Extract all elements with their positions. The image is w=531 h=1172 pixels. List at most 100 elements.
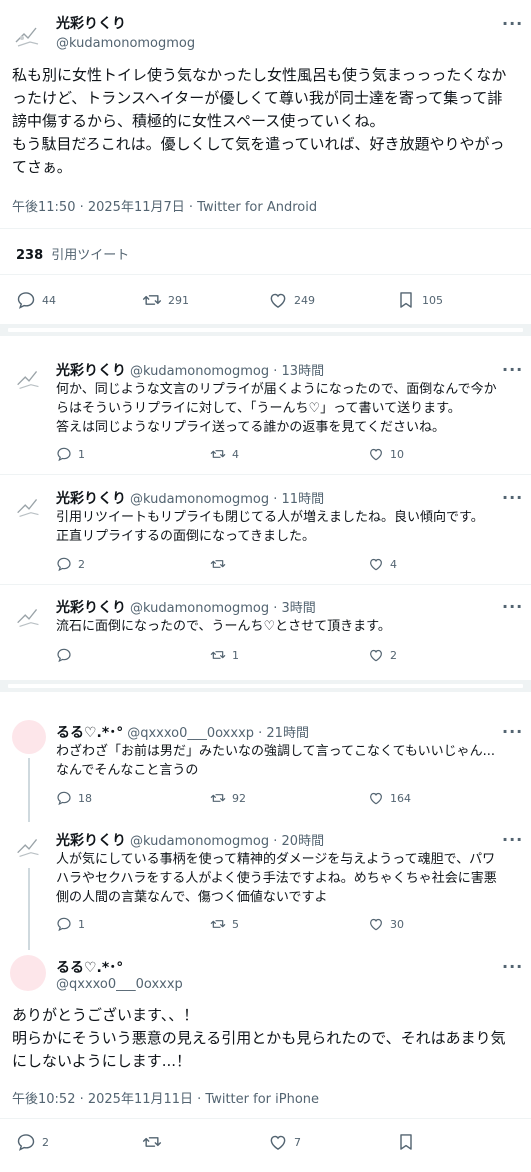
like-count: 2 [390, 648, 397, 662]
retweet-icon [210, 920, 226, 928]
author-name[interactable]: 光彩りくり [56, 13, 126, 33]
heart-icon [270, 293, 286, 308]
section-separator [0, 324, 531, 336]
author-handle-time: @kudamonomogmog · 11時間 [130, 492, 325, 507]
post-timestamp[interactable]: 午後11:50 · 2025年11月7日 · Twitter for Andro… [12, 196, 317, 215]
author-name-text: 光彩りくり [56, 491, 126, 507]
author-name[interactable]: 光彩りくり @kudamonomogmog · 11時間 [56, 488, 324, 508]
avatar[interactable] [10, 18, 46, 54]
retweet-button[interactable] [142, 1132, 162, 1152]
reply-icon [57, 648, 71, 663]
author-handle[interactable]: @kudamonomogmog [56, 36, 195, 51]
retweet-count: 4 [232, 447, 239, 461]
author-name[interactable]: 光彩りくり @kudamonomogmog · 13時間 [56, 360, 324, 380]
reply-button[interactable] [56, 647, 72, 663]
author-handle-time: @kudamonomogmog · 13時間 [130, 364, 325, 379]
retweet-button[interactable]: 4 [210, 446, 239, 462]
retweet-count: 92 [232, 791, 246, 805]
avatar[interactable] [12, 600, 46, 634]
retweet-icon [210, 560, 226, 568]
reply-text: 流石に面倒になったので、うーんち♡とさせて頂きます。 [56, 619, 391, 634]
retweet-button[interactable]: 5 [210, 916, 239, 932]
author-name[interactable]: 光彩りくり @kudamonomogmog · 20時間 [56, 830, 324, 850]
divider [0, 274, 531, 275]
like-button[interactable]: 7 [268, 1132, 301, 1152]
reply-icon [17, 1134, 35, 1151]
more-options-icon[interactable]: ··· [502, 957, 523, 976]
more-options-icon[interactable]: ··· [502, 597, 523, 616]
reply-icon [57, 447, 71, 462]
heart-icon [370, 649, 382, 662]
like-count: 4 [390, 557, 397, 571]
retweet-button[interactable]: 92 [210, 790, 246, 806]
more-options-icon[interactable]: ··· [502, 488, 523, 507]
divider [0, 584, 531, 585]
reply-button[interactable]: 2 [56, 556, 85, 572]
author-name-text: るる♡.*･° [56, 725, 124, 741]
reply-button[interactable]: 1 [56, 916, 85, 932]
reply-button[interactable]: 2 [16, 1132, 49, 1152]
more-options-icon[interactable]: ··· [502, 360, 523, 379]
retweet-icon [142, 1137, 162, 1147]
quote-count: 238 [16, 248, 44, 263]
reply-text: 何か、同じような文言のリプライが届くようになったので、面倒なんで今か らはそうい… [56, 382, 497, 435]
retweet-icon [210, 450, 226, 458]
avatar-sketch-icon [12, 362, 46, 396]
avatar[interactable] [12, 490, 46, 524]
reply-text: 引用リツイートもリプライも閉じてる人が増えましたね。良い傾向です。 正直リプライ… [56, 510, 484, 544]
like-button[interactable]: 2 [368, 647, 397, 663]
heart-icon [370, 558, 382, 571]
divider [0, 1118, 531, 1119]
retweet-count: 5 [232, 917, 239, 931]
reply-text: 人が気にしている事柄を使って精神的ダメージを与えようって魂胆で、パワ ハラやセク… [56, 852, 497, 905]
author-name-text: 光彩りくり [56, 363, 126, 379]
author-name[interactable]: るる♡.*･° [56, 957, 123, 977]
bookmark-icon [400, 1134, 412, 1150]
more-options-icon[interactable]: ··· [502, 14, 523, 33]
reply-count: 44 [42, 293, 56, 307]
like-count: 164 [390, 791, 411, 805]
like-count: 10 [390, 447, 404, 461]
thread-connector [28, 868, 30, 950]
like-button[interactable]: 10 [368, 446, 404, 462]
quote-tweets-link[interactable]: 238 引用ツイート [16, 244, 129, 263]
reply-icon [17, 292, 35, 309]
avatar[interactable] [10, 955, 46, 991]
heart-icon [370, 448, 382, 461]
more-options-icon[interactable]: ··· [502, 830, 523, 849]
post-timestamp[interactable]: 午後10:52 · 2025年11月11日 · Twitter for iPho… [12, 1088, 319, 1107]
author-handle-time: @qxxxo0___0oxxxp · 21時間 [127, 726, 309, 741]
divider [0, 228, 531, 229]
author-handle-time: @kudamonomogmog · 3時間 [130, 601, 316, 616]
like-count: 30 [390, 917, 404, 931]
like-button[interactable]: 249 [268, 290, 315, 310]
author-name-text: 光彩りくり [56, 833, 126, 849]
heart-icon [270, 1135, 286, 1150]
bookmark-count: 105 [422, 293, 443, 307]
reply-button[interactable]: 18 [56, 790, 92, 806]
heart-icon [370, 792, 382, 805]
reply-count: 18 [78, 791, 92, 805]
avatar[interactable] [12, 830, 46, 864]
avatar[interactable] [12, 362, 46, 396]
thread-connector [28, 758, 30, 822]
quote-label: 引用ツイート [51, 248, 130, 263]
retweet-button[interactable]: 291 [142, 290, 189, 310]
like-button[interactable]: 164 [368, 790, 411, 806]
more-options-icon[interactable]: ··· [502, 722, 523, 741]
reply-button[interactable]: 1 [56, 446, 85, 462]
author-name[interactable]: るる♡.*･° @qxxxo0___0oxxxp · 21時間 [56, 722, 309, 742]
avatar[interactable] [12, 720, 46, 754]
bookmark-button[interactable]: 105 [396, 290, 443, 310]
bookmark-button[interactable] [396, 1132, 416, 1152]
retweet-button[interactable] [210, 556, 226, 572]
reply-count: 2 [42, 1135, 49, 1149]
author-handle-time: @kudamonomogmog · 20時間 [130, 834, 325, 849]
like-button[interactable]: 30 [368, 916, 404, 932]
like-button[interactable]: 4 [368, 556, 397, 572]
author-name[interactable]: 光彩りくり @kudamonomogmog · 3時間 [56, 597, 316, 617]
divider [0, 474, 531, 475]
reply-button[interactable]: 44 [16, 290, 56, 310]
retweet-button[interactable]: 1 [210, 647, 239, 663]
author-handle[interactable]: @qxxxo0___0oxxxp [56, 977, 183, 992]
